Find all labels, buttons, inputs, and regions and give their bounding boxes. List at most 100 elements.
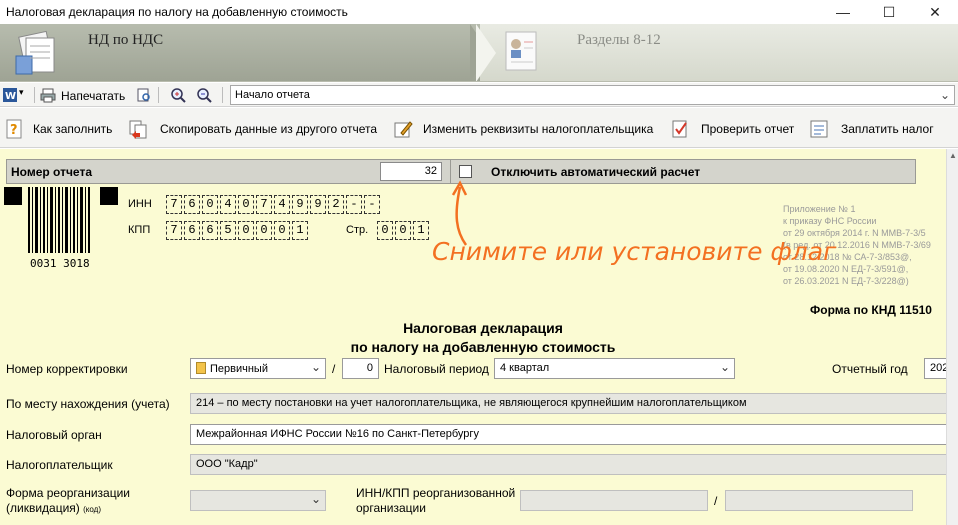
- pay-tax-button[interactable]: Заплатить налог: [841, 122, 934, 136]
- id-card-icon: [505, 31, 537, 71]
- kpp-cell[interactable]: 1: [292, 221, 308, 240]
- tax-authority-label: Налоговый орган: [6, 428, 102, 442]
- reorg-inn-label: ИНН/КПП реорганизованной организации: [356, 486, 515, 516]
- section-select[interactable]: Начало отчета ⌄: [230, 85, 955, 105]
- copy-icon[interactable]: [128, 119, 148, 139]
- document-title-line1: Налоговая декларация: [403, 320, 563, 336]
- kpp-cell[interactable]: 6: [202, 221, 218, 240]
- location-label: По месту нахождения (учета): [6, 397, 170, 411]
- chevron-down-icon: ⌄: [310, 360, 321, 374]
- svg-text:W: W: [5, 91, 16, 102]
- print-button[interactable]: Напечатать: [61, 89, 125, 103]
- inn-cell[interactable]: 4: [274, 195, 290, 214]
- reorg-inn-field[interactable]: [520, 490, 708, 511]
- maximize-button[interactable]: ☐: [866, 0, 912, 24]
- chevron-down-icon: ⌄: [939, 88, 950, 102]
- inn-label: ИНН: [128, 198, 152, 210]
- reorg-select[interactable]: ⌄: [190, 490, 326, 511]
- pay-tax-icon[interactable]: [809, 119, 829, 139]
- zoom-out-icon[interactable]: [196, 87, 212, 103]
- kpp-cell[interactable]: 0: [238, 221, 254, 240]
- inn-cell[interactable]: 7: [256, 195, 272, 214]
- year-field[interactable]: 202: [924, 358, 946, 379]
- zoom-in-icon[interactable]: [170, 87, 186, 103]
- year-label: Отчетный год: [832, 362, 908, 376]
- correction-number-field[interactable]: 0: [342, 358, 379, 379]
- reorg-label-line1: Форма реорганизации: [6, 486, 130, 500]
- kpp-cell[interactable]: 7: [166, 221, 182, 240]
- appendix-line: от 26.03.2021 N ЕД-7-3/228@): [783, 276, 909, 286]
- kpp-label: КПП: [128, 224, 151, 236]
- reorg-slash: /: [714, 494, 718, 508]
- report-number-field[interactable]: 32: [380, 162, 442, 181]
- separator: [34, 87, 35, 103]
- check-report-icon[interactable]: [670, 119, 690, 139]
- inn-cells: 7604074992--: [166, 195, 382, 214]
- reorg-label: Форма реорганизации (ликвидация) (код): [6, 486, 130, 517]
- inn-cell[interactable]: 9: [310, 195, 326, 214]
- page-label: Стр.: [346, 224, 369, 236]
- window-title: Налоговая декларация по налогу на добавл…: [6, 5, 348, 19]
- taxpayer-field[interactable]: ООО "Кадр": [190, 454, 946, 475]
- kpp-cell[interactable]: 6: [184, 221, 200, 240]
- auto-calc-checkbox[interactable]: [459, 165, 472, 178]
- hint-text: Снимите или установите флаг: [432, 237, 837, 266]
- inn-cell[interactable]: -: [364, 195, 380, 214]
- help-icon[interactable]: ?: [4, 119, 24, 139]
- inn-cell[interactable]: 6: [184, 195, 200, 214]
- check-report-button[interactable]: Проверить отчет: [701, 122, 794, 136]
- kpp-cell[interactable]: 0: [256, 221, 272, 240]
- inn-cell[interactable]: 0: [202, 195, 218, 214]
- correction-select[interactable]: Первичный ⌄: [190, 358, 326, 379]
- inn-cell[interactable]: 9: [292, 195, 308, 214]
- copy-data-button[interactable]: Скопировать данные из другого отчета: [160, 122, 377, 136]
- period-select[interactable]: 4 квартал ⌄: [494, 358, 735, 379]
- report-form: Номер отчета 32 Отключить автоматический…: [0, 149, 946, 525]
- correction-label: Номер корректировки: [6, 362, 128, 376]
- page-cell[interactable]: 0: [395, 221, 411, 240]
- barcode-number: 0031 3018: [30, 257, 90, 270]
- chevron-down-icon[interactable]: ▾: [19, 87, 24, 98]
- page-cells: 001: [377, 221, 431, 240]
- page-cell[interactable]: 1: [413, 221, 429, 240]
- scroll-up-icon[interactable]: ▲: [949, 151, 957, 160]
- step2-label[interactable]: Разделы 8-12: [577, 32, 661, 49]
- word-icon[interactable]: W: [2, 87, 18, 103]
- period-value: 4 квартал: [500, 362, 550, 374]
- print-preview-icon[interactable]: [136, 87, 152, 103]
- inn-cell[interactable]: 7: [166, 195, 182, 214]
- step1-label[interactable]: НД по НДС: [88, 32, 163, 49]
- barcode-image: 0031 3018: [4, 187, 118, 270]
- kpp-cell[interactable]: 0: [274, 221, 290, 240]
- documents-icon: [15, 30, 55, 75]
- separator: [158, 87, 159, 103]
- change-requisites-button[interactable]: Изменить реквизиты налогоплательщика: [423, 122, 653, 136]
- location-field[interactable]: 214 – по месту постановки на учет налого…: [190, 393, 946, 414]
- reorg-label-line2: (ликвидация): [6, 501, 80, 515]
- period-label: Налоговый период: [384, 362, 489, 376]
- reorg-label-code: (код): [83, 505, 101, 514]
- how-to-fill-button[interactable]: Как заполнить: [33, 122, 112, 136]
- appendix-line: к приказу ФНС России: [783, 216, 877, 226]
- barcode-bars: [28, 187, 90, 253]
- printer-icon[interactable]: [40, 87, 56, 103]
- kpp-cell[interactable]: 5: [220, 221, 236, 240]
- kpp-cells: 76650001: [166, 221, 310, 240]
- toolbar-actions: ? Как заполнить Скопировать данные из др…: [0, 108, 958, 148]
- inn-cell[interactable]: 4: [220, 195, 236, 214]
- reorg-kpp-field[interactable]: [725, 490, 913, 511]
- auto-calc-label: Отключить автоматический расчет: [491, 165, 701, 179]
- step-nd-vat[interactable]: [0, 24, 480, 81]
- tax-authority-field[interactable]: Межрайонная ИФНС России №16 по Санкт-Пет…: [190, 424, 946, 445]
- edit-requisites-icon[interactable]: [393, 119, 413, 139]
- close-button[interactable]: ✕: [912, 0, 958, 24]
- inn-cell[interactable]: -: [346, 195, 362, 214]
- page-cell[interactable]: 0: [377, 221, 393, 240]
- chevron-down-icon: ⌄: [310, 492, 321, 506]
- inn-cell[interactable]: 2: [328, 195, 344, 214]
- steps-banner: НД по НДС Разделы 8-12: [0, 24, 958, 82]
- section-select-value: Начало отчета: [235, 89, 310, 101]
- minimize-button[interactable]: —: [820, 0, 866, 24]
- inn-cell[interactable]: 0: [238, 195, 254, 214]
- vertical-scrollbar[interactable]: ▲: [946, 149, 958, 525]
